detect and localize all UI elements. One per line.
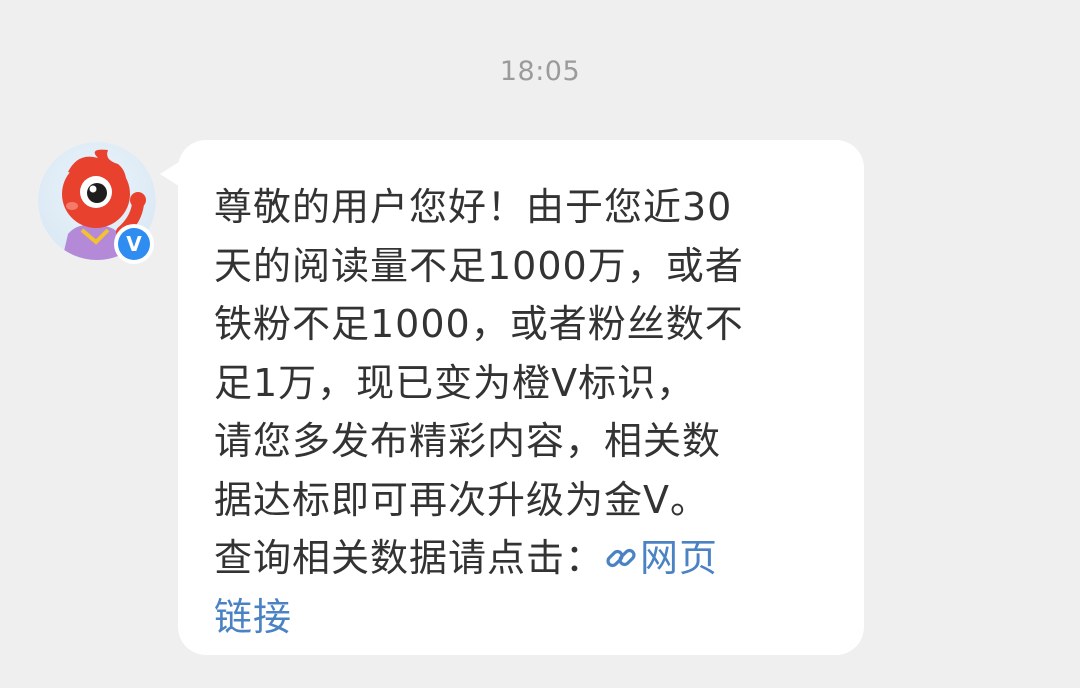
chat-screen: 18:05 V 尊敬的用户您好！由于您近30 天的阅读量不足1000万，或者 铁… [0, 0, 1080, 688]
message-line: 据达标即可再次升级为金V。 [214, 477, 709, 522]
message-line: 请您多发布精彩内容，相关数 [214, 419, 722, 463]
web-link[interactable]: 网页 [604, 536, 718, 580]
message-text: 尊敬的用户您好！由于您近30 天的阅读量不足1000万，或者 铁粉不足1000，… [214, 178, 834, 646]
web-link-label: 网页 [640, 536, 719, 580]
verified-badge-icon: V [114, 224, 154, 264]
message-bubble[interactable]: 尊敬的用户您好！由于您近30 天的阅读量不足1000万，或者 铁粉不足1000，… [178, 140, 864, 655]
web-link-continued[interactable]: 链接 [214, 588, 834, 647]
message-line: 铁粉不足1000，或者粉丝数不 [214, 302, 744, 346]
message-link-line: 查询相关数据请点击： 网页 [214, 529, 834, 588]
message-line: 天的阅读量不足1000万，或者 [214, 243, 744, 288]
message-timestamp: 18:05 [499, 56, 581, 87]
link-prefix-text: 查询相关数据请点击： [214, 536, 605, 580]
link-icon [606, 548, 636, 568]
message-line: 尊敬的用户您好！由于您近30 [214, 185, 733, 229]
message-line: 足1万，现已变为橙V标识， [214, 360, 696, 405]
verified-v-icon: V [118, 228, 150, 260]
